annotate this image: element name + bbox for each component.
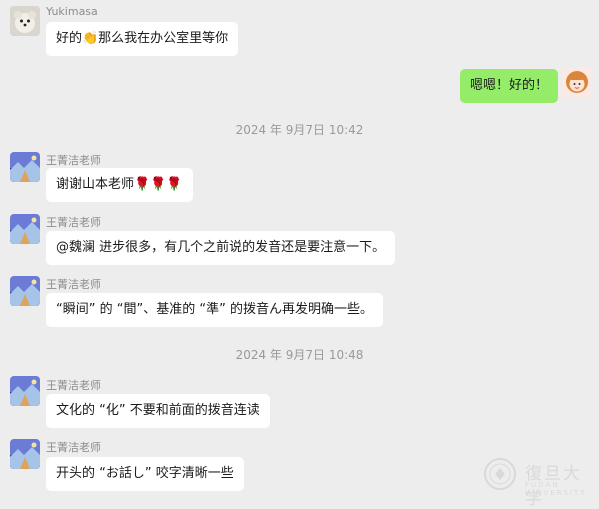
message-bubble[interactable]: 好的👏那么我在办公室里等你: [46, 22, 239, 56]
university-seal-icon: [484, 458, 516, 490]
sender-name: 王菁洁老师: [46, 379, 101, 392]
landscape-avatar-icon: [10, 276, 40, 306]
message-bubble[interactable]: 文化的 “化” 不要和前面的拨音连读: [46, 394, 270, 428]
avatar-teacher[interactable]: [10, 376, 40, 406]
avatar-teacher[interactable]: [10, 152, 40, 182]
sender-name: 王菁洁老师: [46, 278, 101, 291]
avatar-teacher[interactable]: [10, 439, 40, 469]
sender-name: 王菁洁老师: [46, 441, 101, 454]
watermark-subtext: FUDAN UNIVERSITY: [525, 481, 587, 497]
landscape-avatar-icon: [10, 439, 40, 469]
message-bubble[interactable]: 开头的 “お話し” 咬字清晰一些: [46, 457, 244, 491]
landscape-avatar-icon: [10, 214, 40, 244]
sender-name: Yukimasa: [46, 5, 98, 18]
sender-name: 王菁洁老师: [46, 216, 101, 229]
sender-name: 王菁洁老师: [46, 154, 101, 167]
avatar-teacher[interactable]: [10, 214, 40, 244]
message-bubble[interactable]: @魏澜 进步很多，有几个之前说的发音还是要注意一下。: [46, 231, 396, 265]
university-watermark: 復旦大学 FUDAN UNIVERSITY: [483, 457, 593, 509]
message-bubble-self[interactable]: 嗯嗯！好的！: [459, 69, 558, 103]
avatar-self[interactable]: [562, 67, 592, 97]
landscape-avatar-icon: [10, 152, 40, 182]
dog-avatar-icon: [10, 6, 40, 36]
landscape-avatar-icon: [10, 376, 40, 406]
message-bubble[interactable]: “瞬间” 的 “間”、基准的 “準” 的拨音ん再发明确一些。: [46, 293, 383, 327]
avatar-yukimasa[interactable]: [10, 6, 40, 36]
timestamp: 2024 年 9月7日 10:48: [235, 348, 364, 362]
timestamp: 2024 年 9月7日 10:42: [235, 123, 364, 137]
avatar-teacher[interactable]: [10, 276, 40, 306]
girl-avatar-icon: [562, 67, 592, 97]
message-bubble[interactable]: 谢谢山本老师🌹🌹🌹: [46, 168, 193, 202]
